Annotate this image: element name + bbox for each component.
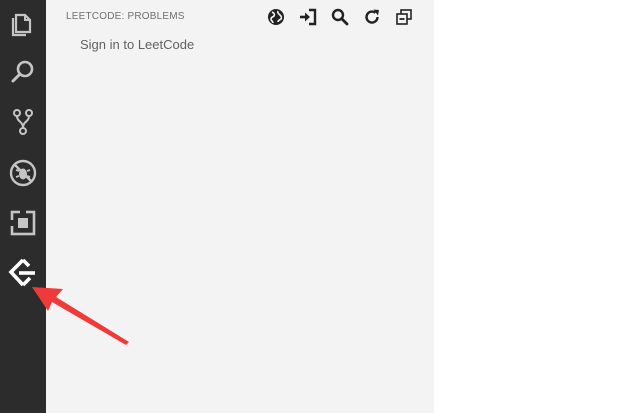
globe-button[interactable] <box>264 7 288 27</box>
editor-area <box>434 0 618 413</box>
sign-in-tree-item[interactable]: Sign in to LeetCode <box>80 37 194 52</box>
sign-in-button[interactable] <box>296 7 320 27</box>
side-bar-title: LEETCODE: PROBLEMS <box>66 11 185 22</box>
search-icon <box>11 60 34 83</box>
side-bar-header: LEETCODE: PROBLEMS <box>46 0 434 34</box>
activity-bar <box>0 0 46 413</box>
activity-item-extensions[interactable] <box>0 199 46 247</box>
leetcode-icon <box>8 258 35 287</box>
extensions-icon <box>10 210 36 236</box>
side-bar: LEETCODE: PROBLEMS Sign in to LeetCode <box>46 0 434 413</box>
activity-item-leetcode[interactable] <box>0 249 46 297</box>
activity-item-source-control[interactable] <box>0 98 46 146</box>
collapse-all-button[interactable] <box>392 7 416 27</box>
activity-item-search[interactable] <box>0 48 46 96</box>
refresh-button[interactable] <box>360 7 384 27</box>
activity-item-debug[interactable] <box>0 149 46 197</box>
debug-icon <box>9 159 37 187</box>
sign-in-icon <box>300 8 317 26</box>
activity-item-explorer[interactable] <box>0 0 46 48</box>
side-bar-actions <box>264 7 416 27</box>
globe-icon <box>268 9 284 25</box>
source-control-icon <box>13 109 33 135</box>
vscode-window: LEETCODE: PROBLEMS Sign in to LeetCode <box>0 0 618 413</box>
search-icon <box>331 8 349 26</box>
files-icon <box>11 13 32 37</box>
collapse-all-icon <box>396 9 412 25</box>
search-button[interactable] <box>328 7 352 27</box>
refresh-icon <box>365 9 379 24</box>
